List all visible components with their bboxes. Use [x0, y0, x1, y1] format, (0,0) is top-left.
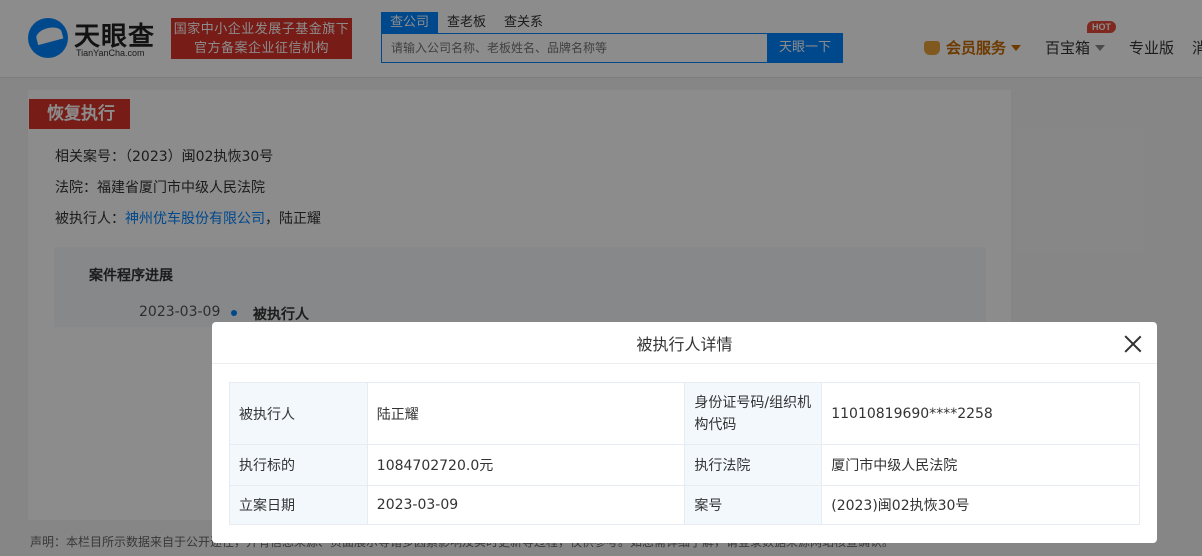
value-execution-amount: 1084702720.0元: [366, 444, 686, 486]
label-execution-court: 执行法院: [684, 444, 823, 486]
label-execution-amount: 执行标的: [229, 444, 368, 486]
label-id-number: 身份证号码/组织机构代码: [684, 382, 823, 445]
close-icon[interactable]: [1124, 335, 1142, 353]
table-row: 立案日期 2023-03-09 案号 (2023)闽02执恢30号: [229, 485, 1140, 525]
executed-detail-modal: 被执行人详情 被执行人 陆正耀 身份证号码/组织机构代码 11010819690…: [212, 322, 1157, 543]
detail-table: 被执行人 陆正耀 身份证号码/组织机构代码 11010819690****225…: [229, 382, 1140, 525]
label-case-number: 案号: [684, 485, 823, 525]
label-executed-person: 被执行人: [229, 382, 368, 445]
modal-header: 被执行人详情: [212, 322, 1157, 364]
table-row: 被执行人 陆正耀 身份证号码/组织机构代码 11010819690****225…: [229, 382, 1140, 445]
table-row: 执行标的 1084702720.0元 执行法院 厦门市中级人民法院: [229, 444, 1140, 486]
value-executed-person: 陆正耀: [366, 382, 686, 445]
modal-title: 被执行人详情: [636, 335, 733, 354]
value-execution-court: 厦门市中级人民法院: [821, 444, 1140, 486]
value-filing-date: 2023-03-09: [366, 485, 686, 525]
label-filing-date: 立案日期: [229, 485, 368, 525]
value-id-number: 11010819690****2258: [821, 382, 1140, 445]
value-case-number: (2023)闽02执恢30号: [821, 485, 1140, 525]
